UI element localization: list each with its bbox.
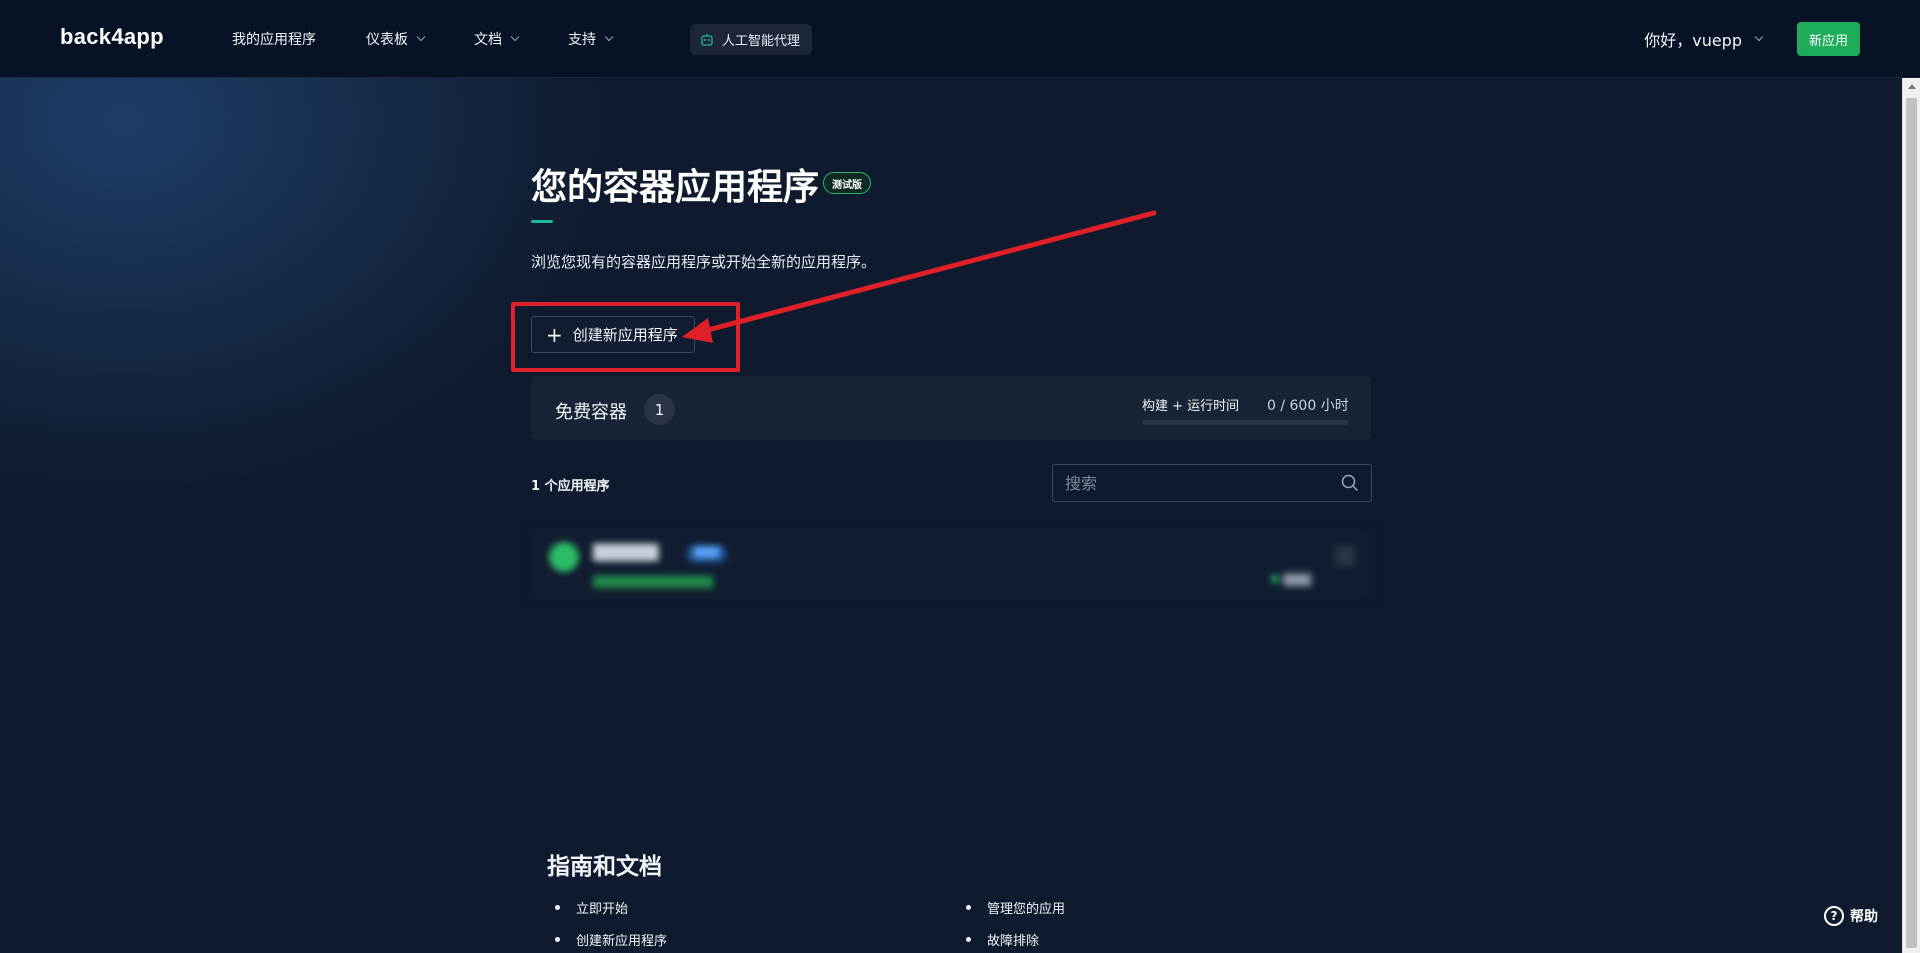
plus-icon: +: [546, 322, 563, 347]
app-tag-blurred: ▇▇▇: [686, 545, 728, 563]
guide-link-create-app[interactable]: 创建新应用程序: [547, 923, 667, 953]
free-containers-count: 1: [644, 394, 675, 425]
apps-count: 1 个应用程序: [531, 479, 610, 494]
beta-badge: 测试版: [823, 172, 871, 194]
top-navbar: back4app 我的应用程序 仪表板 文档 支持 人工智能代理 你好，vuep…: [0, 0, 1920, 78]
help-button[interactable]: ? 帮助: [1824, 906, 1878, 926]
ai-agent-button[interactable]: 人工智能代理: [690, 24, 813, 55]
scrollbar-thumb[interactable]: [1906, 98, 1917, 948]
guides-title: 指南和文档: [547, 854, 662, 880]
robot-icon: [701, 33, 713, 46]
nav-support-label: 支持: [568, 32, 596, 48]
user-menu[interactable]: 你好，vuepp: [1644, 0, 1764, 78]
app-status-blurred: ▇▇▇: [1271, 572, 1311, 586]
nav-my-apps[interactable]: 我的应用程序: [232, 29, 316, 49]
create-new-app-button[interactable]: + 创建新应用程序: [531, 316, 695, 353]
background-glow: [0, 78, 620, 498]
chevron-down-icon: [604, 32, 614, 42]
app-menu-icon[interactable]: [1335, 546, 1355, 566]
page-title: 您的容器应用程序: [531, 167, 820, 208]
guide-link-manage-apps[interactable]: 管理您的应用: [958, 891, 1065, 923]
search-input[interactable]: [1053, 465, 1333, 501]
usage-progress-bar: [1142, 420, 1348, 425]
annotation-arrow: [682, 210, 1157, 343]
greeting-text: 你好，vuepp: [1644, 31, 1742, 50]
scroll-up-arrow-icon[interactable]: [1908, 84, 1916, 89]
main-nav: 我的应用程序 仪表板 文档 支持: [232, 0, 662, 78]
free-containers-panel: 免费容器 1 构建 + 运行时间 0 / 600 小时: [531, 376, 1371, 440]
page-scrollbar[interactable]: [1902, 78, 1920, 953]
free-containers-label: 免费容器: [555, 402, 627, 423]
back4app-logo[interactable]: back4app: [60, 24, 164, 50]
guide-link-get-started[interactable]: 立即开始: [547, 891, 667, 923]
nav-dashboard[interactable]: 仪表板: [366, 29, 426, 49]
guides-list-right: 管理您的应用 故障排除: [958, 891, 1065, 953]
page-subtitle: 浏览您现有的容器应用程序或开始全新的应用程序。: [531, 253, 877, 271]
app-name-blurred: ▇▇▇▇▇: [593, 542, 659, 562]
question-mark-icon: ?: [1824, 906, 1844, 926]
create-new-app-label: 创建新应用程序: [572, 326, 678, 344]
build-runtime-label: 构建 + 运行时间: [1142, 399, 1240, 414]
search-box[interactable]: [1052, 464, 1372, 502]
help-label: 帮助: [1850, 909, 1878, 925]
app-avatar: [549, 542, 579, 572]
ai-agent-label: 人工智能代理: [722, 34, 801, 49]
nav-my-apps-label: 我的应用程序: [232, 32, 316, 48]
nav-support[interactable]: 支持: [568, 29, 614, 49]
nav-dashboard-label: 仪表板: [366, 32, 408, 48]
chevron-down-icon: [1754, 32, 1764, 42]
chevron-down-icon: [510, 32, 520, 42]
search-icon[interactable]: [1341, 474, 1359, 492]
app-subtext-blurred: ▇▇▇▇▇▇▇▇▇▇▇▇▇: [593, 574, 713, 588]
nav-docs-label: 文档: [474, 32, 502, 48]
status-dot-icon: [1271, 575, 1280, 583]
app-list-item[interactable]: ▇▇▇▇▇ ▇▇▇ ▇▇▇▇▇▇▇▇▇▇▇▇▇ ▇▇▇: [531, 528, 1371, 600]
build-runtime-value: 0 / 600 小时: [1267, 398, 1349, 414]
guide-link-troubleshooting[interactable]: 故障排除: [958, 923, 1065, 953]
guides-list-left: 立即开始 创建新应用程序: [547, 891, 667, 953]
nav-docs[interactable]: 文档: [474, 29, 520, 49]
title-underline: [531, 220, 553, 223]
chevron-down-icon: [416, 32, 426, 42]
new-app-button[interactable]: 新应用: [1796, 22, 1860, 56]
